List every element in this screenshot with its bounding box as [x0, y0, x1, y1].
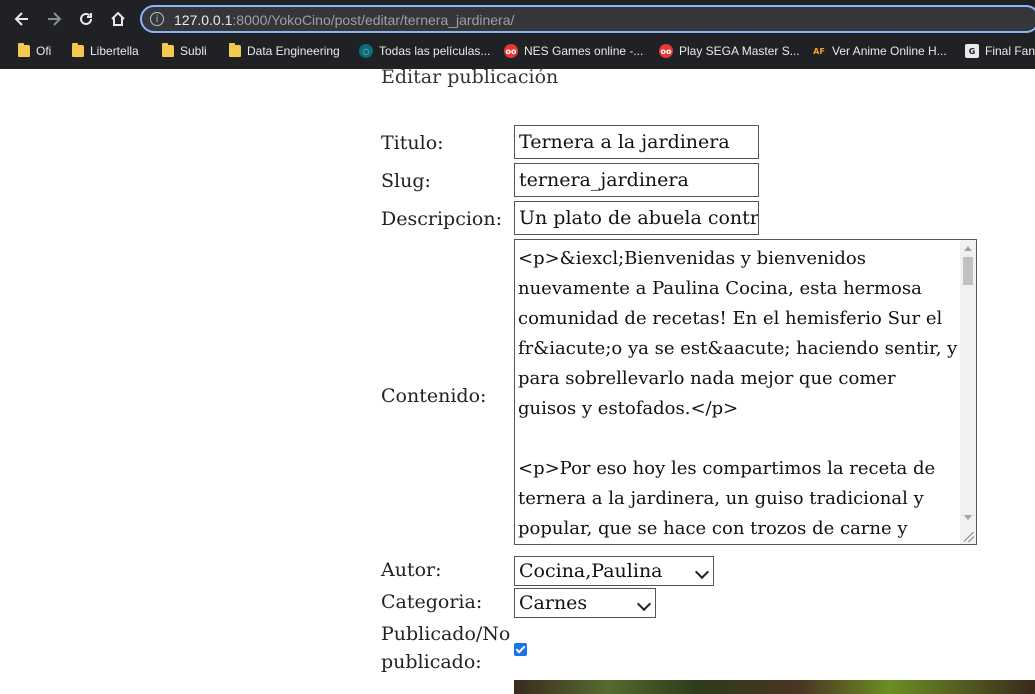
recipe-image [514, 680, 1035, 694]
bookmark-label: Subli [180, 44, 207, 58]
chevron-down-icon [694, 564, 710, 580]
bookmark-ofi[interactable]: Ofi [18, 40, 51, 62]
arrow-right-icon [48, 12, 62, 26]
folder-icon [18, 43, 30, 57]
contenido-label: Contenido: [381, 385, 487, 407]
bookmark-label: Libertella [90, 44, 139, 58]
bookmark-label: Play SEGA Master S... [679, 44, 800, 58]
autor-label: Autor: [381, 559, 442, 581]
autor-select[interactable]: Cocina,Paulina [514, 556, 714, 586]
contenido-textarea[interactable]: <p>&iexcl;Bienvenidas y bienvenidos nuev… [514, 239, 977, 545]
reload-button[interactable] [73, 6, 99, 32]
info-icon[interactable]: i [150, 12, 164, 26]
bookmark-libertella[interactable]: Libertella [72, 40, 139, 62]
back-button[interactable] [9, 6, 35, 32]
checkmark-icon [515, 643, 526, 654]
scroll-up-icon[interactable] [964, 246, 972, 251]
bookmark-todas-las-peliculas[interactable]: ◌ Todas las películas... [359, 40, 490, 62]
home-button[interactable] [105, 6, 131, 32]
titulo-input[interactable]: Ternera a la jardinera [514, 125, 759, 159]
scroll-down-icon[interactable] [964, 515, 972, 520]
folder-icon [162, 43, 174, 57]
publicado-label: Publicado/No publicado: [381, 623, 511, 673]
categoria-select[interactable]: Carnes [514, 588, 656, 618]
descripcion-label: Descripcion: [381, 208, 502, 230]
bookmark-ver-anime[interactable]: AF Ver Anime Online H... [812, 40, 947, 62]
reload-icon [80, 12, 92, 25]
bookmark-label: Ofi [36, 44, 52, 58]
bookmark-label: Final Fan [985, 44, 1035, 58]
publicado-checkbox[interactable] [514, 643, 527, 656]
contenido-text: <p>&iexcl;Bienvenidas y bienvenidos nuev… [518, 248, 958, 539]
resize-handle-icon[interactable] [964, 532, 974, 542]
gamepad-favicon: oo [504, 44, 518, 58]
g-favicon: G [965, 44, 979, 58]
url-path: :8000/YokoCino/post/editar/ternera_jardi… [232, 12, 515, 28]
gamepad-favicon: oo [659, 44, 673, 58]
bookmark-nes-games[interactable]: oo NES Games online -... [504, 40, 643, 62]
arrow-left-icon [14, 12, 28, 26]
titulo-label: Titulo: [381, 132, 444, 154]
url-text: 127.0.0.1:8000/YokoCino/post/editar/tern… [174, 12, 514, 28]
categoria-selected-value: Carnes [519, 592, 588, 614]
bookmarks-bar: Ofi Libertella Subli Data Engineering ◌ … [0, 40, 1035, 62]
autor-selected-value: Cocina,Paulina [519, 560, 663, 582]
bookmark-play-sega[interactable]: oo Play SEGA Master S... [659, 40, 800, 62]
descripcion-input[interactable]: Un plato de abuela contra [514, 201, 759, 235]
scroll-thumb[interactable] [963, 257, 973, 285]
bookmark-label: Ver Anime Online H... [832, 44, 947, 58]
address-bar[interactable]: i 127.0.0.1:8000/YokoCino/post/editar/te… [140, 5, 1035, 33]
chevron-down-icon [636, 596, 652, 612]
bookmark-label: Todas las películas... [379, 44, 491, 58]
bookmark-final-fan[interactable]: G Final Fan [965, 40, 1035, 62]
bookmark-subli[interactable]: Subli [162, 40, 207, 62]
forward-button[interactable] [41, 6, 67, 32]
slug-label: Slug: [381, 170, 431, 192]
af-favicon: AF [812, 44, 826, 58]
slug-input[interactable]: ternera_jardinera [514, 163, 759, 197]
url-host: 127.0.0.1 [174, 12, 233, 28]
bookmark-label: NES Games online -... [524, 44, 644, 58]
site-favicon: ◌ [359, 44, 373, 58]
browser-chrome: i 127.0.0.1:8000/YokoCino/post/editar/te… [0, 0, 1035, 69]
bookmark-data-engineering[interactable]: Data Engineering [229, 40, 340, 62]
folder-icon [229, 43, 241, 57]
home-icon [111, 11, 125, 26]
page-title: Editar publicación [381, 66, 559, 88]
folder-icon [72, 43, 84, 57]
categoria-label: Categoria: [381, 591, 483, 613]
bookmark-label: Data Engineering [247, 44, 340, 58]
textarea-scrollbar[interactable] [960, 240, 976, 544]
